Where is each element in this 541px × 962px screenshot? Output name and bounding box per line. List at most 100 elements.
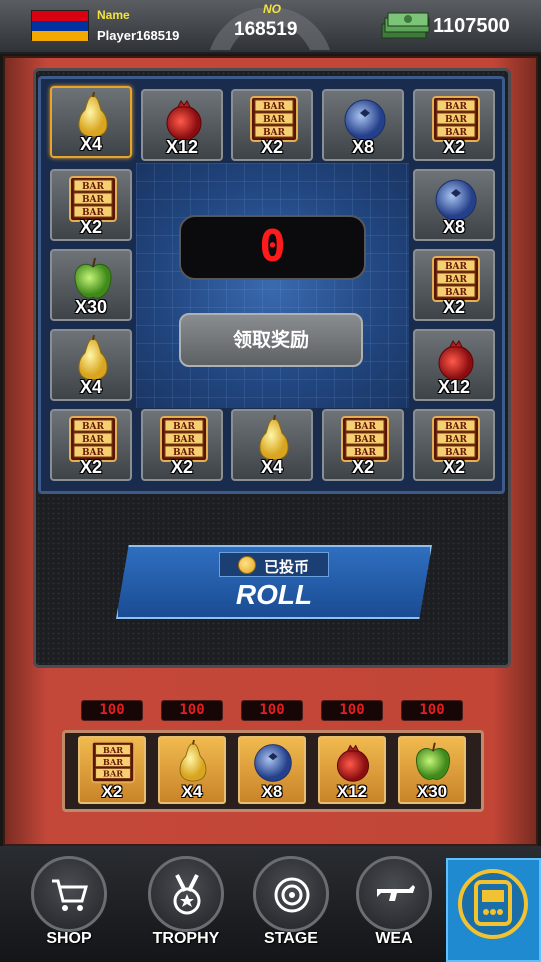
coin-inserted-label: 已投币	[264, 558, 310, 576]
tile-multiplier: X2	[442, 457, 466, 477]
pomegranate-icon	[330, 740, 376, 784]
bet-button-blueberry[interactable]: X8	[238, 736, 306, 804]
board-tile-bar: X2	[322, 409, 404, 481]
medal-icon	[173, 874, 201, 915]
bet-multiplier: X8	[261, 782, 283, 801]
tile-multiplier: X2	[79, 457, 103, 477]
country-flag	[31, 10, 89, 41]
bet-multiplier: X12	[336, 782, 368, 801]
target-icon	[274, 877, 310, 913]
board-tile-pear: X4	[231, 409, 313, 481]
board-tile-pomegranate: X12	[141, 89, 223, 161]
slot-machine-button[interactable]	[446, 858, 541, 962]
tile-multiplier: X2	[260, 137, 284, 157]
pomegranate-icon	[159, 95, 209, 143]
player-no-label: NO	[263, 2, 281, 16]
apple-icon	[68, 255, 118, 303]
board-tile-pear: X4	[50, 86, 132, 158]
bet-button-bar[interactable]: X2	[78, 736, 146, 804]
nav-trophy-label: TROPHY	[152, 930, 220, 947]
bet-amount-bar: 100	[81, 700, 143, 721]
blueberry-icon	[250, 740, 296, 784]
win-counter-value: 0	[259, 221, 286, 272]
nav-weapon-circle	[356, 856, 432, 932]
bar-symbol-icon	[68, 415, 118, 463]
board-tile-pomegranate: X12	[413, 329, 495, 401]
pomegranate-icon	[431, 335, 481, 383]
nav-shop-circle	[31, 856, 107, 932]
player-name-label: Name	[97, 8, 130, 22]
blueberry-icon	[431, 175, 481, 223]
blueberry-icon	[340, 95, 390, 143]
pear-icon	[170, 740, 216, 784]
shopping-cart-icon	[52, 879, 88, 911]
tile-multiplier: X2	[442, 297, 466, 317]
pear-icon	[68, 92, 118, 140]
flag-stripe-orange	[32, 31, 88, 41]
bar-symbol-icon	[159, 415, 209, 463]
tile-multiplier: X4	[260, 457, 284, 477]
tile-multiplier: X2	[351, 457, 375, 477]
nav-weapon-button[interactable]: WEA	[344, 850, 444, 962]
flag-stripe-red	[32, 11, 88, 21]
bar-symbol-icon	[431, 255, 481, 303]
bet-multiplier: X4	[181, 782, 203, 801]
bet-amount-pear: 100	[161, 700, 223, 721]
win-counter-display: 0	[179, 215, 366, 280]
bar-symbol-icon	[431, 415, 481, 463]
nav-trophy-circle	[148, 856, 224, 932]
player-no-value: 168519	[234, 19, 298, 40]
bar-symbol-icon	[249, 95, 299, 143]
tile-multiplier: X12	[437, 377, 471, 397]
bet-multiplier: X30	[416, 782, 448, 801]
claim-reward-button[interactable]: 领取奖励	[179, 313, 363, 367]
tile-multiplier: X2	[442, 137, 466, 157]
tile-multiplier: X12	[165, 137, 199, 157]
coin-icon	[238, 556, 256, 574]
nav-shop-button[interactable]: SHOP	[19, 850, 119, 962]
board-tile-apple: X30	[50, 249, 132, 321]
bet-button-apple[interactable]: X30	[398, 736, 466, 804]
board-tile-bar: X2	[50, 409, 132, 481]
rifle-icon	[377, 885, 415, 901]
tile-multiplier: X8	[442, 217, 466, 237]
bar-symbol-icon	[68, 175, 118, 223]
nav-weapon-label: WEA	[375, 930, 413, 947]
tile-multiplier: X30	[74, 297, 108, 317]
pear-icon	[249, 415, 299, 463]
bet-button-pomegranate[interactable]: X12	[318, 736, 386, 804]
board-tile-blueberry: X8	[413, 169, 495, 241]
nav-trophy-button[interactable]: TROPHY	[136, 850, 236, 962]
nav-stage-circle	[253, 856, 329, 932]
cash-value: 1107500	[433, 15, 510, 37]
tile-multiplier: X2	[170, 457, 194, 477]
board-tile-bar: X2	[413, 249, 495, 321]
board-tile-bar: X2	[231, 89, 313, 161]
bet-multiplier: X2	[101, 782, 123, 801]
board-center-screen	[136, 163, 409, 408]
player-name: Player168519	[97, 28, 180, 43]
slot-machine-icon	[458, 869, 528, 939]
board-tile-pear: X4	[50, 329, 132, 401]
apple-icon	[410, 740, 456, 784]
cash-stack-icon	[381, 12, 430, 39]
bar-symbol-icon	[90, 740, 136, 784]
tile-multiplier: X4	[79, 134, 103, 154]
nav-stage-button[interactable]: STAGE	[241, 850, 341, 962]
top-bar: Name Player168519 NO 168519 1107500	[0, 0, 541, 54]
board-tile-bar: X2	[50, 169, 132, 241]
bet-button-pear[interactable]: X4	[158, 736, 226, 804]
roll-button-label[interactable]: ROLL	[116, 579, 432, 611]
bar-symbol-icon	[340, 415, 390, 463]
flag-stripe-blue	[32, 21, 88, 31]
bet-amount-blueberry: 100	[241, 700, 303, 721]
board-tile-blueberry: X8	[322, 89, 404, 161]
tile-multiplier: X8	[351, 137, 375, 157]
pear-icon	[68, 335, 118, 383]
board-tile-bar: X2	[141, 409, 223, 481]
bet-amount-pomegranate: 100	[321, 700, 383, 721]
board-tile-bar: X2	[413, 409, 495, 481]
tile-multiplier: X4	[79, 377, 103, 397]
bet-amount-apple: 100	[401, 700, 463, 721]
bar-symbol-icon	[431, 95, 481, 143]
